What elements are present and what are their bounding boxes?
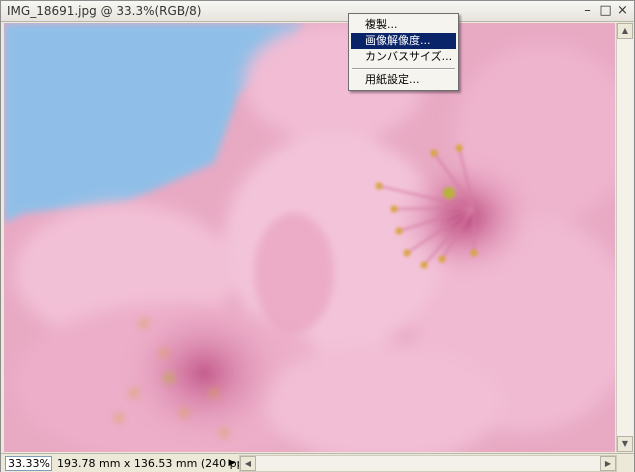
anther-5: [420, 261, 428, 269]
anther-3: [395, 227, 403, 235]
scroll-left-arrow-icon[interactable]: ◀: [240, 456, 256, 471]
image-canvas[interactable]: [4, 23, 615, 452]
anther-4: [403, 249, 411, 257]
menu-separator: [352, 68, 455, 70]
maximize-button[interactable]: □: [598, 3, 613, 18]
menu-item-image-size[interactable]: 画像解像度...: [351, 33, 456, 49]
horizontal-scrollbar[interactable]: ◀ ▶: [239, 455, 617, 472]
petal-vein-shade: [254, 213, 334, 333]
anther-7: [455, 144, 463, 152]
anther-10: [443, 187, 455, 199]
status-bar: 33.33% 193.78 mm x 136.53 mm (240 ppi) ▶…: [1, 453, 634, 472]
window-title: IMG_18691.jpg @ 33.3%(RGB/8): [7, 4, 202, 18]
anther-left-4: [180, 409, 188, 417]
minimize-button[interactable]: –: [580, 3, 595, 18]
anther-9: [470, 249, 478, 257]
status-menu-arrow-icon[interactable]: ▶: [226, 457, 238, 469]
anther-left-5: [210, 389, 218, 397]
document-size-info: 193.78 mm x 136.53 mm (240 ppi): [57, 457, 251, 470]
anther-2: [390, 205, 398, 213]
title-bar[interactable]: IMG_18691.jpg @ 33.3%(RGB/8) – □ ×: [1, 1, 634, 22]
flower-center-left: [124, 303, 284, 443]
document-window: IMG_18691.jpg @ 33.3%(RGB/8) – □ × ▲ ▼ 3…: [0, 0, 635, 472]
anther-left-3: [130, 389, 138, 397]
anther-left-6: [115, 414, 123, 422]
menu-item-duplicate[interactable]: 複製...: [351, 17, 456, 33]
anther-8: [438, 255, 446, 263]
anther-left-8: [164, 373, 174, 383]
scroll-right-arrow-icon[interactable]: ▶: [600, 456, 616, 471]
anther-left-1: [140, 319, 148, 327]
scroll-up-arrow-icon[interactable]: ▲: [617, 23, 633, 39]
anther-left-2: [160, 349, 168, 357]
zoom-input[interactable]: 33.33%: [5, 456, 52, 471]
flower-center-right: [394, 158, 534, 278]
context-menu: 複製... 画像解像度... カンバスサイズ... 用紙設定...: [348, 13, 459, 91]
close-button[interactable]: ×: [615, 3, 630, 18]
cherry-blossom-photo: [4, 23, 615, 452]
scroll-down-arrow-icon[interactable]: ▼: [617, 436, 633, 452]
anther-6: [430, 149, 438, 157]
anther-left-7: [220, 429, 228, 437]
anther-1: [375, 182, 383, 190]
menu-item-page-setup[interactable]: 用紙設定...: [351, 72, 456, 88]
menu-item-canvas-size[interactable]: カンバスサイズ...: [351, 49, 456, 65]
stamen-2: [393, 207, 475, 210]
vertical-scrollbar[interactable]: ▲ ▼: [616, 23, 633, 452]
